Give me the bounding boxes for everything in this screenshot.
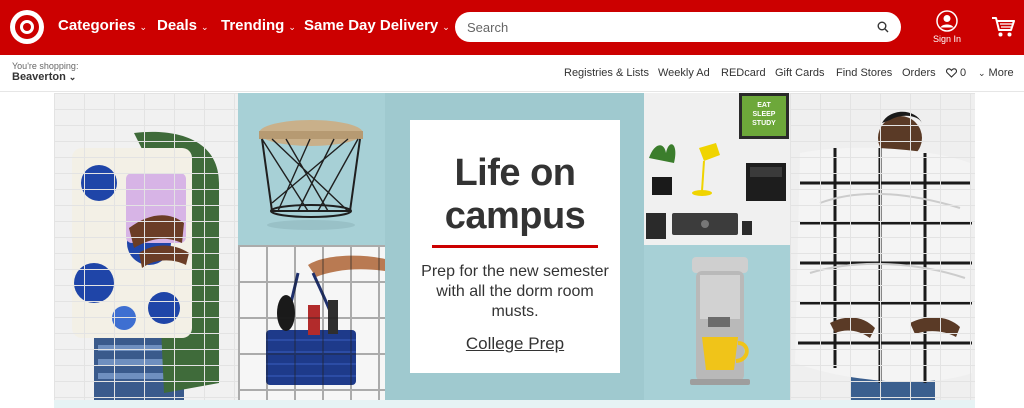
college-prep-link[interactable]: College Prep	[410, 334, 620, 354]
favorites-count: 0	[960, 67, 967, 79]
redcard-label: REDcard	[721, 67, 766, 79]
chevron-down-icon: ⌄	[978, 67, 986, 78]
hero-image-side-table	[238, 93, 385, 245]
nav-deals[interactable]: Deals ⌄	[157, 17, 209, 34]
promo-card: Life on campus Prep for the new semester…	[410, 120, 620, 373]
registries-label: Registries & Lists	[564, 67, 649, 79]
nav-deals-label: Deals	[157, 17, 198, 34]
hero-banner[interactable]: Life on campus Prep for the new semester…	[54, 93, 975, 400]
target-logo[interactable]	[10, 10, 44, 44]
letterboard-text: EAT	[757, 102, 771, 109]
find-stores-link[interactable]: Find Stores	[836, 67, 892, 79]
nav-trending[interactable]: Trending ⌄	[221, 17, 296, 34]
letterboard-text: SLEEP	[753, 111, 776, 118]
more-label: More	[988, 67, 1014, 79]
chevron-down-icon: ⌄	[201, 21, 209, 32]
nav-same-day-delivery-label: Same Day Delivery	[304, 17, 439, 34]
hero-image-coffee-maker	[644, 245, 790, 400]
chevron-down-icon: ⌄	[68, 71, 77, 82]
store-name-row: Beaverton ⌄	[12, 71, 78, 83]
store-name: Beaverton	[12, 71, 66, 83]
weekly-ad-link[interactable]: Weekly Ad	[658, 67, 710, 79]
cart-button[interactable]	[991, 16, 1015, 38]
more-link[interactable]: ⌄ More	[978, 67, 1014, 79]
sign-in-button[interactable]: Sign In	[929, 10, 965, 48]
top-navigation-bar: Categories ⌄ Deals ⌄ Trending ⌄ Same Day…	[0, 0, 1024, 55]
side-table-photo	[259, 120, 363, 230]
cart-icon	[992, 17, 1015, 37]
nav-categories-label: Categories	[58, 17, 136, 34]
gift-cards-label: Gift Cards	[775, 67, 825, 79]
find-stores-label: Find Stores	[836, 67, 893, 79]
account-icon	[936, 10, 958, 32]
letterboard-text: STUDY	[752, 120, 776, 127]
hero-image-desk: EAT SLEEP STUDY	[644, 93, 790, 245]
search-button[interactable]	[873, 17, 893, 37]
orders-label: Orders	[902, 67, 936, 79]
search-input[interactable]	[467, 12, 867, 42]
desk-photo: EAT SLEEP STUDY	[646, 93, 789, 239]
coffee-maker-photo	[690, 257, 750, 385]
heart-icon	[946, 68, 957, 78]
hero-image-comforter	[790, 93, 975, 400]
nav-trending-label: Trending	[221, 17, 285, 34]
nav-categories[interactable]: Categories ⌄	[58, 17, 147, 34]
shopping-label: You're shopping:	[12, 61, 79, 71]
search-bar	[455, 12, 901, 42]
chevron-down-icon: ⌄	[288, 21, 296, 32]
hero-bottom-strip	[54, 400, 975, 408]
chevron-down-icon: ⌄	[139, 21, 148, 32]
utility-bar: You're shopping: Beaverton ⌄ Registries …	[0, 55, 1024, 92]
promo-divider	[432, 245, 598, 248]
registries-link[interactable]: Registries & Lists	[564, 67, 649, 79]
orders-link[interactable]: Orders	[902, 67, 936, 79]
store-selector[interactable]: You're shopping: Beaverton ⌄	[12, 61, 78, 83]
redcard-link[interactable]: REDcard	[721, 67, 766, 79]
weekly-ad-label: Weekly Ad	[658, 67, 710, 79]
sign-in-label: Sign In	[932, 34, 962, 44]
nav-same-day-delivery[interactable]: Same Day Delivery ⌄	[304, 17, 450, 34]
chevron-down-icon: ⌄	[442, 21, 450, 32]
hero-promo-panel: Life on campus Prep for the new semester…	[385, 93, 644, 400]
favorites-link[interactable]: 0	[946, 67, 966, 79]
promo-body: Prep for the new semester with all the d…	[421, 263, 609, 320]
hero-image-shower-caddy	[238, 245, 385, 400]
gift-cards-link[interactable]: Gift Cards	[775, 67, 825, 79]
promo-title: Life on campus	[444, 152, 586, 237]
hero-image-pillow	[54, 93, 238, 400]
search-icon	[877, 21, 889, 33]
